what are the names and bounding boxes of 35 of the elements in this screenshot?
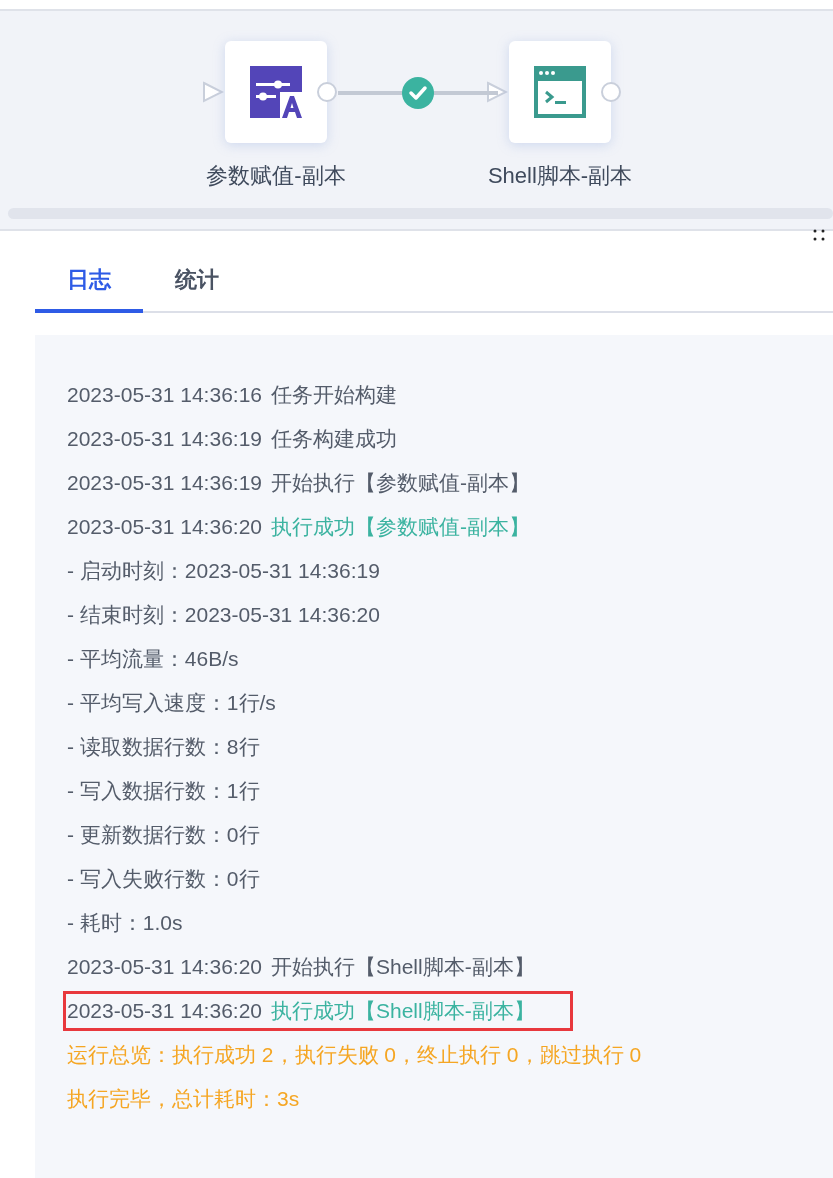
log-time: 2023-05-31 14:36:16 xyxy=(67,383,262,407)
output-port-icon[interactable] xyxy=(600,81,622,103)
tab[interactable]: 日志 xyxy=(35,251,143,313)
log-message: - 结束时刻：2023-05-31 14:36:20 xyxy=(67,602,380,628)
log-time: 2023-05-31 14:36:19 xyxy=(67,427,262,451)
log-message: 执行完毕，总计耗时：3s xyxy=(67,1086,300,1112)
log-time: 2023-05-31 14:36:19 xyxy=(67,471,262,495)
node-card[interactable] xyxy=(509,41,611,143)
node-label: 参数赋值-副本 xyxy=(206,162,346,190)
log-message: 开始执行【Shell脚本-副本】 xyxy=(271,954,535,980)
log-message: - 平均流量：46B/s xyxy=(67,646,239,672)
log-message: - 写入数据行数：1行 xyxy=(67,778,260,804)
output-port-icon[interactable] xyxy=(316,81,338,103)
node-label: Shell脚本-副本 xyxy=(487,162,633,190)
parameter-sliders-icon xyxy=(250,66,302,118)
node-card[interactable] xyxy=(225,41,327,143)
log-message: - 启动时刻：2023-05-31 14:36:19 xyxy=(67,558,380,584)
terminal-window-icon xyxy=(534,66,586,118)
input-port-icon[interactable] xyxy=(202,81,224,103)
log-message: - 写入失败行数：0行 xyxy=(67,866,260,892)
log-message: - 耗时：1.0s xyxy=(67,910,183,936)
log-message: 任务构建成功 xyxy=(271,426,397,452)
log-message: - 更新数据行数：0行 xyxy=(67,822,260,848)
tab[interactable]: 统计 xyxy=(143,251,251,313)
log-message: 运行总览：执行成功 2，执行失败 0，终止执行 0，跳过执行 0 xyxy=(67,1042,642,1068)
log-time: 2023-05-31 14:36:20 xyxy=(67,999,262,1023)
log-time: 2023-05-31 14:36:20 xyxy=(67,515,262,539)
drag-handle-icon[interactable] xyxy=(811,227,827,243)
log-message: - 平均写入速度：1行/s xyxy=(67,690,276,716)
log-message: 执行成功【Shell脚本-副本】 xyxy=(271,998,535,1024)
log-message: - 读取数据行数：8行 xyxy=(67,734,260,760)
log-message: 开始执行【参数赋值-副本】 xyxy=(271,470,530,496)
log-time: 2023-05-31 14:36:20 xyxy=(67,955,262,979)
log-message: 任务开始构建 xyxy=(271,382,397,408)
log-message: 执行成功【参数赋值-副本】 xyxy=(271,514,530,540)
